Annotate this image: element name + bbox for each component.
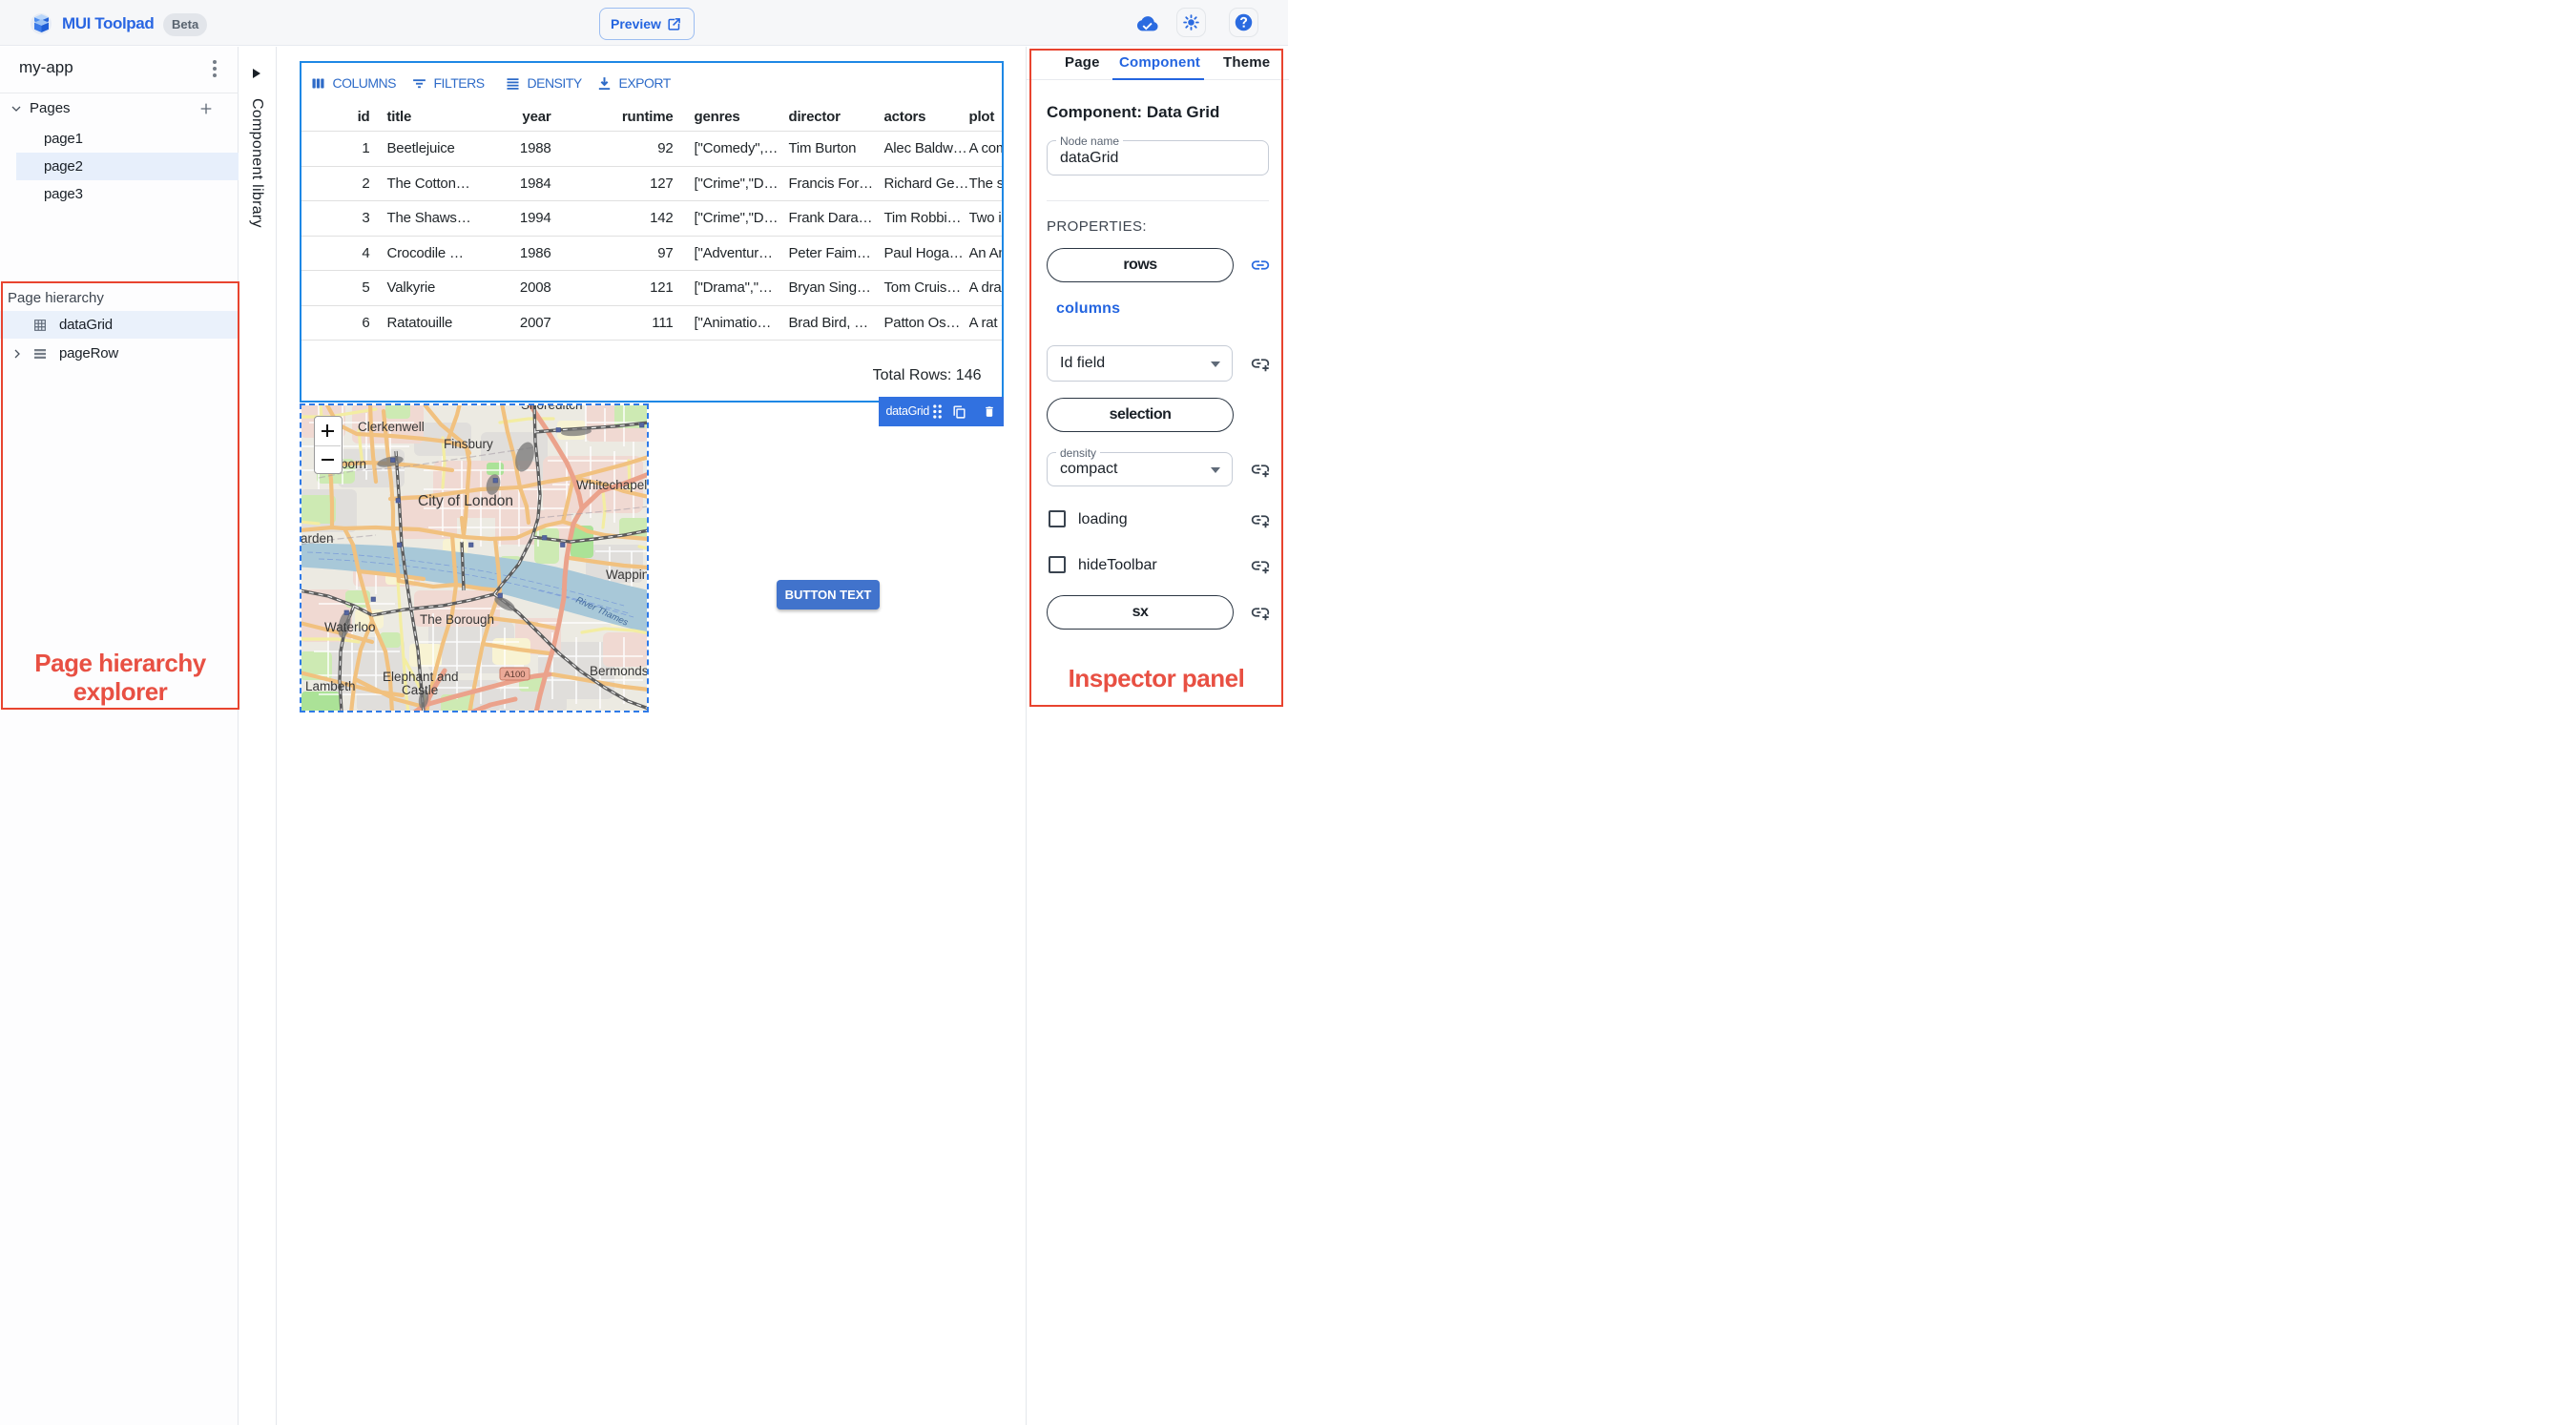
svg-text:Bermondse: Bermondse <box>590 664 649 678</box>
svg-text:arden: arden <box>301 531 334 546</box>
svg-text:Lambeth: Lambeth <box>305 679 356 693</box>
svg-text:A100: A100 <box>504 670 525 680</box>
svg-text:Wapping: Wapping <box>606 568 649 582</box>
svg-text:Elephant and: Elephant and <box>383 670 459 684</box>
svg-text:Finsbury: Finsbury <box>444 437 493 451</box>
svg-text:Clerkenwell: Clerkenwell <box>358 420 425 434</box>
svg-text:Whitechapel: Whitechapel <box>576 478 647 492</box>
svg-text:The Borough: The Borough <box>420 612 494 627</box>
svg-text:Castle: Castle <box>402 683 438 697</box>
svg-text:born: born <box>341 457 366 471</box>
svg-text:City of London: City of London <box>418 493 513 509</box>
svg-text:Waterloo: Waterloo <box>324 620 376 634</box>
svg-text:Shoreditch: Shoreditch <box>521 403 583 412</box>
